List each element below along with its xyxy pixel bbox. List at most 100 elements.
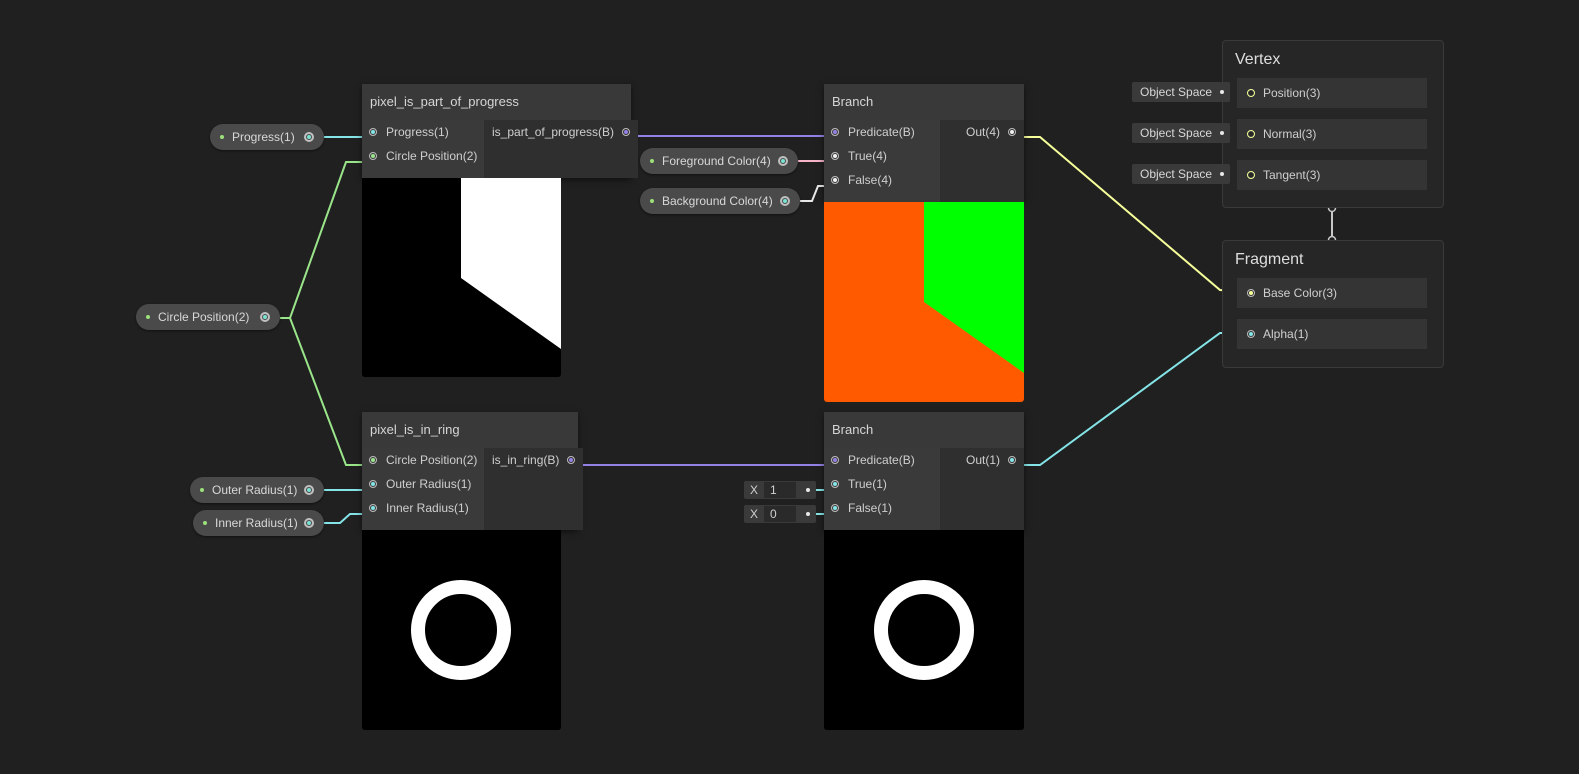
output-out[interactable]: Out(4): [940, 120, 1024, 144]
object-space-position[interactable]: Object Space: [1132, 82, 1231, 102]
true-value-input[interactable]: X 1: [744, 481, 816, 499]
input-pin[interactable]: [1247, 89, 1255, 97]
input-progress[interactable]: Progress(1): [362, 120, 484, 144]
output-port[interactable]: [304, 132, 314, 142]
output-port[interactable]: [304, 485, 314, 495]
output-pin[interactable]: [1008, 128, 1016, 136]
vertex-slot-position[interactable]: Position(3): [1237, 78, 1427, 108]
vertex-slot-normal[interactable]: Normal(3): [1237, 119, 1427, 149]
input-pin[interactable]: [831, 480, 839, 488]
fragment-title: Fragment: [1235, 251, 1304, 268]
output-pin[interactable]: [1008, 456, 1016, 464]
input-label: Predicate(B): [848, 453, 915, 467]
node-outputs: Out(1): [939, 448, 1024, 530]
progress-property-label: Progress(1): [232, 130, 295, 144]
object-space-tangent[interactable]: Object Space: [1132, 164, 1231, 184]
background-color-property[interactable]: Background Color(4): [640, 188, 800, 214]
input-label: False(1): [848, 501, 893, 515]
ring-preview-image: [362, 530, 561, 730]
input-pin[interactable]: [831, 504, 839, 512]
input-label: Circle Position(2): [386, 453, 478, 467]
input-inner-radius[interactable]: Inner Radius(1): [362, 496, 484, 520]
input-pin[interactable]: [369, 504, 377, 512]
input-pin[interactable]: [1247, 330, 1255, 338]
x-label: X: [750, 483, 759, 497]
input-circle-position[interactable]: Circle Position(2): [362, 144, 484, 168]
input-pin[interactable]: [1247, 289, 1255, 297]
output-port[interactable]: [260, 312, 270, 322]
node-ports: Predicate(B) True(1) False(1) Out(1): [824, 448, 1024, 530]
x-label: X: [750, 507, 759, 521]
branch-alpha-preview: [824, 530, 1024, 730]
input-predicate[interactable]: Predicate(B): [824, 448, 940, 472]
node-inputs: Predicate(B) True(1) False(1): [824, 448, 940, 530]
wire-base-color: [1016, 136, 1245, 293]
inner-radius-property[interactable]: Inner Radius(1): [193, 510, 324, 536]
input-label: True(4): [848, 149, 887, 163]
output-port[interactable]: [304, 518, 314, 528]
input-pin[interactable]: [369, 128, 377, 136]
input-pin[interactable]: [369, 152, 377, 160]
node-outputs: is_part_of_progress(B): [484, 120, 639, 178]
property-dot: [203, 521, 207, 525]
input-outer-radius[interactable]: Outer Radius(1): [362, 472, 484, 496]
background-color-property-label: Background Color(4): [662, 194, 773, 208]
fragment-slot-alpha[interactable]: Alpha(1): [1237, 319, 1427, 349]
output-out[interactable]: Out(1): [940, 448, 1024, 472]
circle-position-property[interactable]: Circle Position(2): [136, 304, 280, 330]
false-value-field[interactable]: 0: [764, 506, 796, 522]
false-value-input[interactable]: X 0: [744, 505, 816, 523]
node-ports: Predicate(B) True(4) False(4) Out(4): [824, 120, 1024, 202]
property-dot: [220, 135, 224, 139]
true-value-field[interactable]: 1: [764, 482, 796, 498]
input-label: Outer Radius(1): [386, 477, 472, 491]
object-space-normal[interactable]: Object Space: [1132, 123, 1231, 143]
branch-color-preview-image: [824, 202, 1024, 402]
progress-preview-image: [362, 178, 561, 377]
foreground-color-property[interactable]: Foreground Color(4): [640, 148, 798, 174]
output-is-part-of-progress[interactable]: is_part_of_progress(B): [484, 120, 638, 144]
input-label: False(4): [848, 173, 893, 187]
fragment-slot-base-color[interactable]: Base Color(3): [1237, 278, 1427, 308]
input-pin[interactable]: [369, 456, 377, 464]
slot-label: Normal(3): [1263, 127, 1317, 141]
progress-node[interactable]: pixel_is_part_of_progress Progress(1) Ci…: [362, 84, 639, 178]
branch-alpha-node[interactable]: Branch Predicate(B) True(1) False(1) Out…: [824, 412, 1024, 530]
wire-circle-position-bottom: [280, 317, 370, 466]
output-pin[interactable]: [567, 456, 576, 464]
progress-property[interactable]: Progress(1): [210, 124, 324, 150]
input-pin[interactable]: [369, 480, 377, 488]
input-false[interactable]: False(1): [824, 496, 940, 520]
connector-dot: [1220, 131, 1225, 135]
input-false[interactable]: False(4): [824, 168, 940, 192]
input-predicate[interactable]: Predicate(B): [824, 120, 940, 144]
output-is-in-ring[interactable]: is_in_ring(B): [484, 448, 583, 472]
slot-label: Alpha(1): [1263, 327, 1309, 341]
vertex-slot-tangent[interactable]: Tangent(3): [1237, 160, 1427, 190]
node-title: pixel_is_part_of_progress: [362, 84, 631, 120]
node-ports: Circle Position(2) Outer Radius(1) Inner…: [362, 448, 584, 530]
input-pin[interactable]: [831, 176, 839, 184]
input-pin[interactable]: [1247, 130, 1255, 138]
fragment-context[interactable]: Fragment Base Color(3) Alpha(1): [1222, 240, 1444, 368]
output-port[interactable]: [780, 196, 790, 206]
output-port[interactable]: [778, 156, 788, 166]
vertex-context[interactable]: Vertex Position(3) Normal(3) Tangent(3): [1222, 40, 1444, 208]
output-label: Out(4): [965, 125, 1000, 139]
node-title: Branch: [824, 84, 1024, 120]
input-pin[interactable]: [831, 456, 839, 464]
input-true[interactable]: True(4): [824, 144, 940, 168]
outer-radius-property[interactable]: Outer Radius(1): [190, 477, 324, 503]
node-inputs: Circle Position(2) Outer Radius(1) Inner…: [362, 448, 484, 530]
branch-color-node[interactable]: Branch Predicate(B) True(4) False(4) Out…: [824, 84, 1024, 202]
input-pin[interactable]: [831, 128, 839, 136]
output-pin[interactable]: [622, 128, 631, 136]
input-label: Inner Radius(1): [386, 501, 469, 515]
input-pin[interactable]: [1247, 171, 1255, 179]
connector-dot: [1220, 172, 1225, 176]
input-true[interactable]: True(1): [824, 472, 940, 496]
ring-node[interactable]: pixel_is_in_ring Circle Position(2) Oute…: [362, 412, 584, 530]
input-circle-position[interactable]: Circle Position(2): [362, 448, 484, 472]
input-pin[interactable]: [831, 152, 839, 160]
output-label: is_in_ring(B): [492, 453, 560, 467]
